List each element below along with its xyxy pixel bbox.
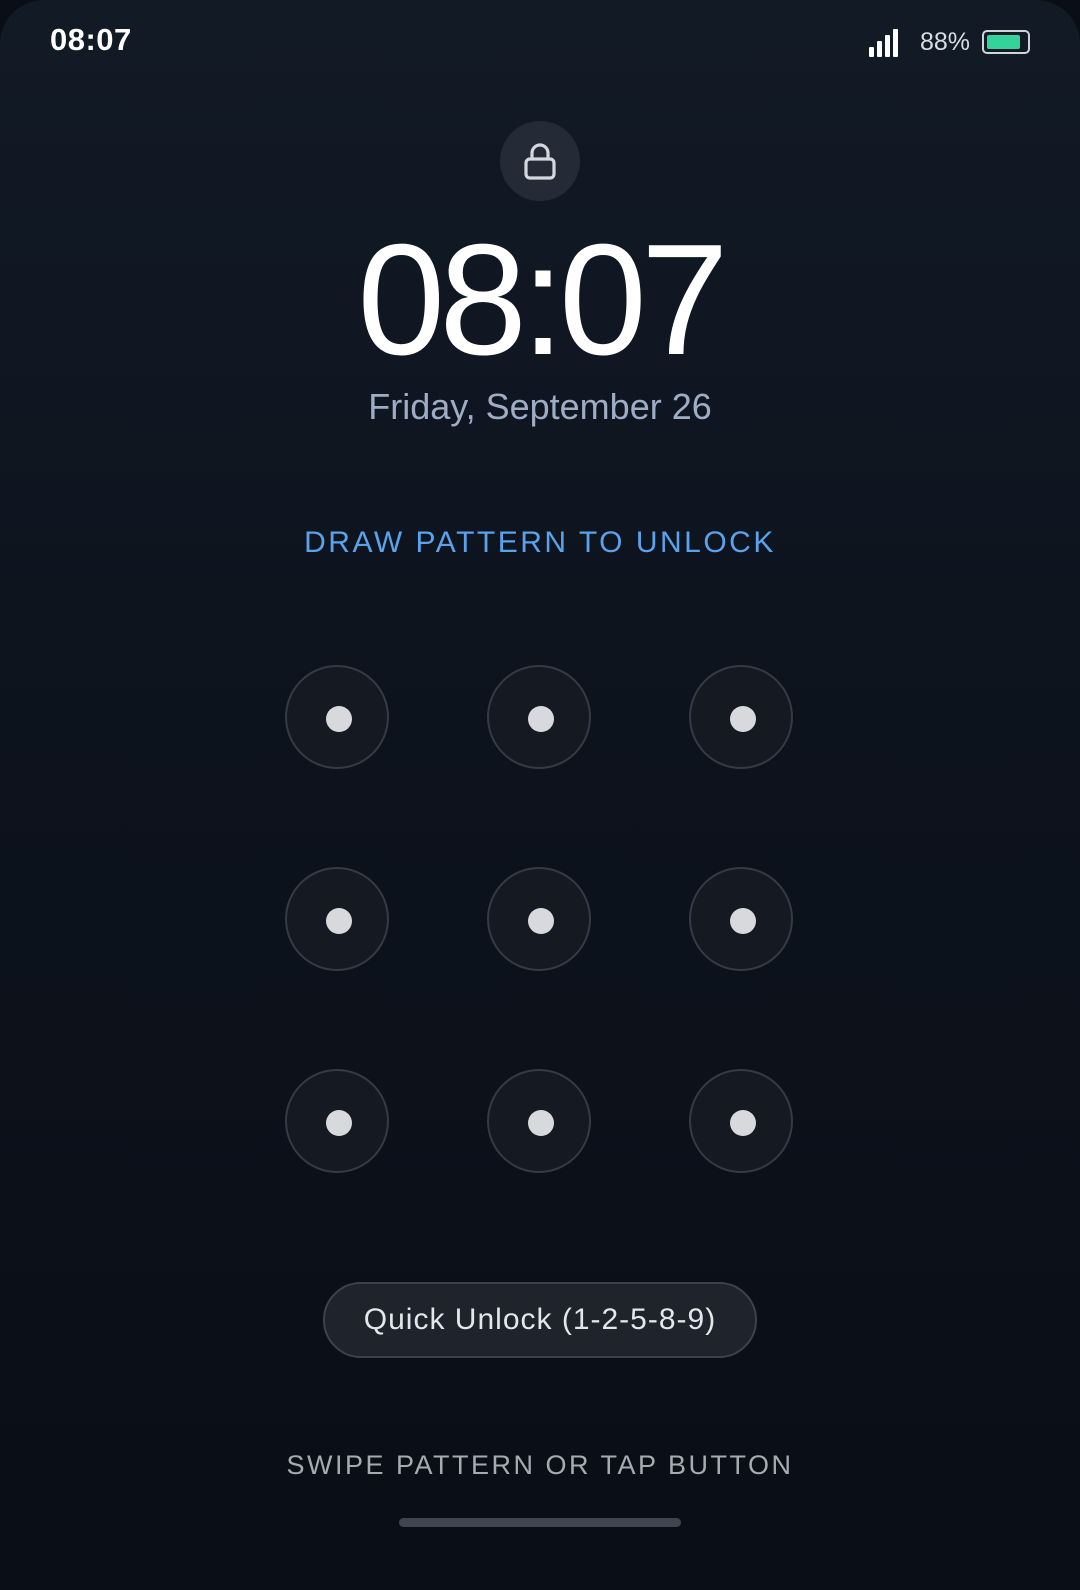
pattern-node-6[interactable] <box>689 867 793 971</box>
signal-bar <box>884 35 890 57</box>
lock-icon <box>524 143 556 180</box>
signal-bar <box>868 47 874 57</box>
signal-bar <box>892 29 898 57</box>
pattern-dot <box>326 1110 352 1136</box>
pattern-node-1[interactable] <box>285 665 389 769</box>
pattern-node-3[interactable] <box>689 665 793 769</box>
pattern-node-9[interactable] <box>689 1069 793 1173</box>
signal-bar <box>876 41 882 57</box>
lock-clock: 08:07 <box>357 212 728 388</box>
pattern-node-5[interactable] <box>487 867 591 971</box>
pattern-node-2[interactable] <box>487 665 591 769</box>
pattern-dot <box>326 908 352 934</box>
unlock-hint: SWIPE PATTERN OR TAP BUTTON <box>286 1450 794 1480</box>
unlock-instruction: DRAW PATTERN TO UNLOCK <box>304 526 776 559</box>
home-indicator[interactable] <box>399 1518 681 1527</box>
pattern-dot <box>528 1110 554 1136</box>
lock-badge <box>500 121 580 201</box>
battery-level-fill <box>987 35 1020 49</box>
signal-strength-icon <box>868 27 898 57</box>
quick-unlock-button[interactable]: Quick Unlock (1-2-5-8-9) <box>323 1282 757 1358</box>
lock-screen: 08:07 88% 08:07 Friday, September 26 DRA… <box>0 0 1080 1590</box>
pattern-dot <box>528 706 554 732</box>
pattern-dot <box>326 706 352 732</box>
pattern-node-7[interactable] <box>285 1069 389 1173</box>
pattern-grid[interactable] <box>285 665 795 1175</box>
lock-date: Friday, September 26 <box>368 386 712 427</box>
pattern-dot <box>730 1110 756 1136</box>
pattern-dot <box>528 908 554 934</box>
pattern-node-8[interactable] <box>487 1069 591 1173</box>
pattern-node-4[interactable] <box>285 867 389 971</box>
pattern-dot <box>730 706 756 732</box>
status-bar-time: 08:07 <box>50 22 132 57</box>
pattern-dot <box>730 908 756 934</box>
battery-percentage: 88% <box>919 27 970 56</box>
battery-icon <box>982 30 1030 54</box>
status-bar-indicators: 88% <box>868 22 1030 62</box>
